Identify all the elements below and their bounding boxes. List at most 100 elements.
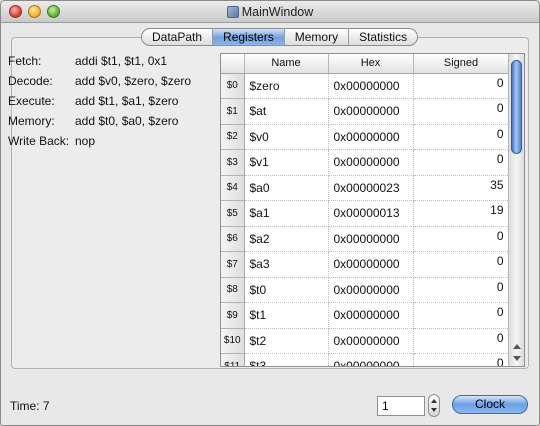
corner-header	[221, 54, 245, 74]
column-header-name[interactable]: Name	[244, 54, 329, 74]
register-signed: 0	[413, 98, 510, 125]
register-table-container[interactable]: Name Hex Signed $0 $zero 0x00000000 0 $1 $at…	[220, 53, 525, 367]
stage-execute: Execute: add $t1, $a1, $zero	[8, 93, 208, 113]
register-signed: 19	[413, 200, 510, 227]
row-index: $8	[221, 277, 245, 303]
register-name: $zero	[244, 73, 329, 99]
stage-instruction: addi $t1, $t1, 0x1	[75, 54, 168, 68]
table-row[interactable]: $11 $t3 0x00000000 0	[221, 353, 510, 366]
register-name: $a1	[244, 200, 329, 227]
register-name: $t2	[244, 328, 329, 354]
row-index: $0	[221, 73, 245, 99]
register-signed: 0	[413, 353, 510, 366]
register-table: Name Hex Signed $0 $zero 0x00000000 0 $1 $at…	[221, 54, 510, 366]
register-signed: 0	[413, 251, 510, 278]
tab-memory[interactable]: Memory	[285, 29, 350, 45]
stage-memory: Memory: add $t0, $a0, $zero	[8, 113, 208, 133]
stage-instruction: nop	[75, 134, 96, 148]
register-signed: 0	[413, 124, 510, 150]
register-hex: 0x00000000	[328, 353, 414, 366]
row-index: $4	[221, 175, 245, 201]
register-name: $a2	[244, 226, 329, 252]
table-row[interactable]: $4 $a0 0x00000023 35	[221, 175, 510, 201]
row-index: $6	[221, 226, 245, 252]
column-header-hex[interactable]: Hex	[328, 54, 414, 74]
scrollbar-thumb[interactable]	[511, 60, 522, 154]
register-rows: $0 $zero 0x00000000 0 $1 $at 0x00000000 0 $2 $v…	[221, 73, 510, 366]
column-header-signed[interactable]: Signed	[413, 54, 510, 74]
stage-label: Write Back:	[8, 134, 70, 148]
table-row[interactable]: $0 $zero 0x00000000 0	[221, 73, 510, 99]
register-signed: 0	[413, 73, 510, 99]
step-count-stepper[interactable]	[428, 394, 440, 417]
register-signed: 0	[413, 226, 510, 252]
clock-button[interactable]: Clock	[452, 395, 528, 414]
register-name: $t3	[244, 353, 329, 366]
stepper-up-arrow-icon[interactable]	[431, 399, 437, 403]
register-name: $t0	[244, 277, 329, 303]
register-table-header: Name Hex Signed	[221, 54, 510, 74]
tab-registers[interactable]: Registers	[213, 29, 285, 45]
app-icon	[226, 6, 239, 18]
register-hex: 0x00000023	[328, 175, 414, 201]
register-name: $t1	[244, 302, 329, 329]
register-hex: 0x00000000	[328, 277, 414, 303]
tab-bar: DataPath Registers Memory Statistics	[141, 28, 419, 46]
stepper-down-arrow-icon[interactable]	[431, 408, 437, 412]
table-row[interactable]: $8 $t0 0x00000000 0	[221, 277, 510, 303]
main-window: MainWindow DataPath Registers Memory Sta…	[0, 0, 540, 426]
register-name: $v1	[244, 149, 329, 176]
table-row[interactable]: $3 $v1 0x00000000 0	[221, 149, 510, 176]
row-index: $2	[221, 124, 245, 150]
register-hex: 0x00000000	[328, 124, 414, 150]
row-index: $9	[221, 302, 245, 329]
register-name: $a3	[244, 251, 329, 278]
register-name: $a0	[244, 175, 329, 201]
pipeline-stages: Fetch: addi $t1, $t1, 0x1 Decode: add $v…	[8, 53, 208, 153]
row-index: $5	[221, 200, 245, 227]
stage-label: Execute:	[8, 94, 55, 108]
scroll-down-arrow-icon[interactable]	[513, 356, 521, 361]
stage-label: Decode:	[8, 74, 53, 88]
table-row[interactable]: $1 $at 0x00000000 0	[221, 98, 510, 125]
row-index: $7	[221, 251, 245, 278]
table-row[interactable]: $9 $t1 0x00000000 0	[221, 302, 510, 329]
register-hex: 0x00000000	[328, 98, 414, 125]
row-index: $10	[221, 328, 245, 354]
stage-label: Fetch:	[8, 54, 42, 68]
register-signed: 0	[413, 328, 510, 354]
stage-instruction: add $v0, $zero, $zero	[75, 74, 192, 88]
register-hex: 0x00000000	[328, 73, 414, 99]
title-bar: MainWindow	[1, 1, 539, 23]
register-hex: 0x00000000	[328, 251, 414, 278]
tab-datapath[interactable]: DataPath	[142, 29, 214, 45]
register-signed: 35	[413, 175, 510, 201]
vertical-scrollbar[interactable]	[508, 54, 524, 366]
table-row[interactable]: $2 $v0 0x00000000 0	[221, 124, 510, 150]
window-title: MainWindow	[241, 5, 314, 19]
scroll-up-arrow-icon[interactable]	[513, 344, 521, 349]
table-row[interactable]: $5 $a1 0x00000013 19	[221, 200, 510, 227]
register-hex: 0x00000000	[328, 226, 414, 252]
window-title-area: MainWindow	[1, 5, 539, 19]
register-hex: 0x00000000	[328, 302, 414, 329]
register-signed: 0	[413, 149, 510, 176]
stage-instruction: add $t1, $a1, $zero	[75, 94, 179, 108]
register-hex: 0x00000000	[328, 149, 414, 176]
row-index: $3	[221, 149, 245, 176]
stage-decode: Decode: add $v0, $zero, $zero	[8, 73, 208, 93]
table-row[interactable]: $10 $t2 0x00000000 0	[221, 328, 510, 354]
register-signed: 0	[413, 302, 510, 329]
row-index: $11	[221, 353, 245, 366]
register-name: $at	[244, 98, 329, 125]
register-hex: 0x00000013	[328, 200, 414, 227]
tab-statistics[interactable]: Statistics	[349, 29, 417, 45]
stage-fetch: Fetch: addi $t1, $t1, 0x1	[8, 53, 208, 73]
register-hex: 0x00000000	[328, 328, 414, 354]
stage-write-back: Write Back: nop	[8, 133, 208, 153]
step-count-input[interactable]	[377, 396, 425, 416]
table-row[interactable]: $6 $a2 0x00000000 0	[221, 226, 510, 252]
register-signed: 0	[413, 277, 510, 303]
stage-instruction: add $t0, $a0, $zero	[75, 114, 179, 128]
table-row[interactable]: $7 $a3 0x00000000 0	[221, 251, 510, 278]
